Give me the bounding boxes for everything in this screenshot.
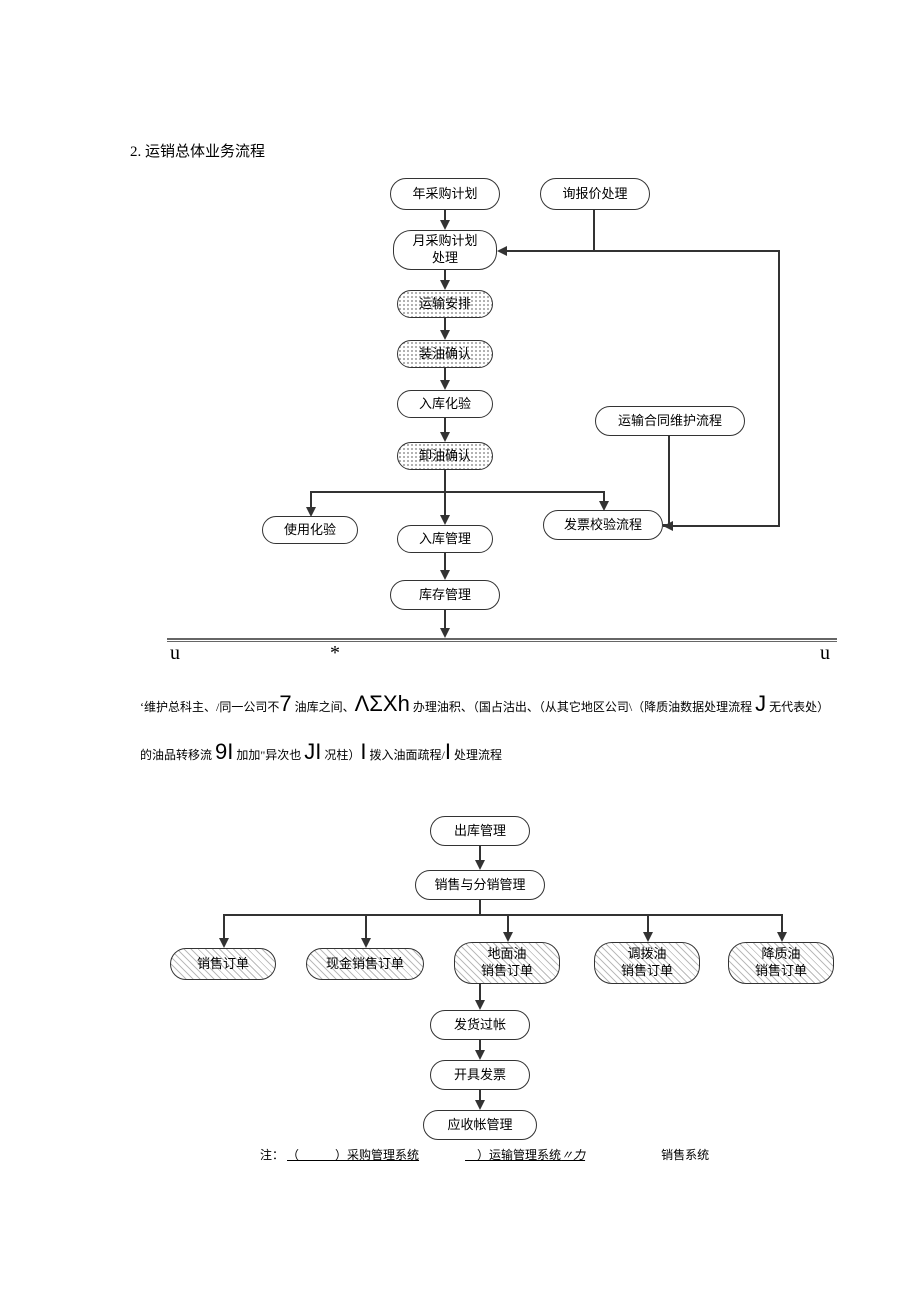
node-sales-dist: 销售与分销管理 (415, 870, 545, 900)
node-contract-maint: 运输合同维护流程 (595, 406, 745, 436)
legend-prefix: 注： (260, 1148, 284, 1162)
node-invoice-check: 发票校验流程 (543, 510, 663, 540)
divider-right-mark: u (820, 642, 830, 665)
node-transfer-oil: 调拨油 销售订单 (594, 942, 700, 984)
node-inbound-mgmt: 入库管理 (397, 525, 493, 553)
node-inbound-test: 入库化验 (397, 390, 493, 418)
mid-paragraph: ‘维护总科主、/同一公司不7 油库之间、ΛΣXh 办理油积、（国占沽出、（从其它… (140, 680, 860, 777)
node-sales-order: 销售订单 (170, 948, 276, 980)
node-delivery-post: 发货过帐 (430, 1010, 530, 1040)
legend-item-3: 销售系统 (661, 1148, 709, 1162)
legend: 注： （ ）采购管理系统 ）运输管理系统〃力 销售系统 (260, 1146, 820, 1163)
node-cash-sales: 现金销售订单 (306, 948, 424, 980)
node-annual-plan: 年采购计划 (390, 178, 500, 210)
node-ground-oil: 地面油 销售订单 (454, 942, 560, 984)
legend-item-2: ）运输管理系统 (465, 1148, 561, 1162)
node-use-test: 使用化验 (262, 516, 358, 544)
section-title: 2. 运销总体业务流程 (130, 140, 265, 161)
node-ar-mgmt: 应收帐管理 (423, 1110, 537, 1140)
node-monthly-plan: 月采购计划 处理 (393, 230, 497, 270)
divider-mid-mark: * (330, 642, 340, 665)
node-outbound-mgmt: 出库管理 (430, 816, 530, 846)
legend-item-1: （ ）采购管理系统 (287, 1148, 419, 1162)
node-transport-arrange: 运输安排 (397, 290, 493, 318)
node-inquiry: 询报价处理 (540, 178, 650, 210)
node-load-confirm: 装油确认 (397, 340, 493, 368)
horizontal-divider-2 (167, 641, 837, 642)
horizontal-divider (167, 638, 837, 640)
node-unload-confirm: 卸油确认 (397, 442, 493, 470)
node-inventory-mgmt: 库存管理 (390, 580, 500, 610)
node-degrade-oil: 降质油 销售订单 (728, 942, 834, 984)
divider-left-mark: u (170, 642, 180, 665)
node-issue-invoice: 开具发票 (430, 1060, 530, 1090)
